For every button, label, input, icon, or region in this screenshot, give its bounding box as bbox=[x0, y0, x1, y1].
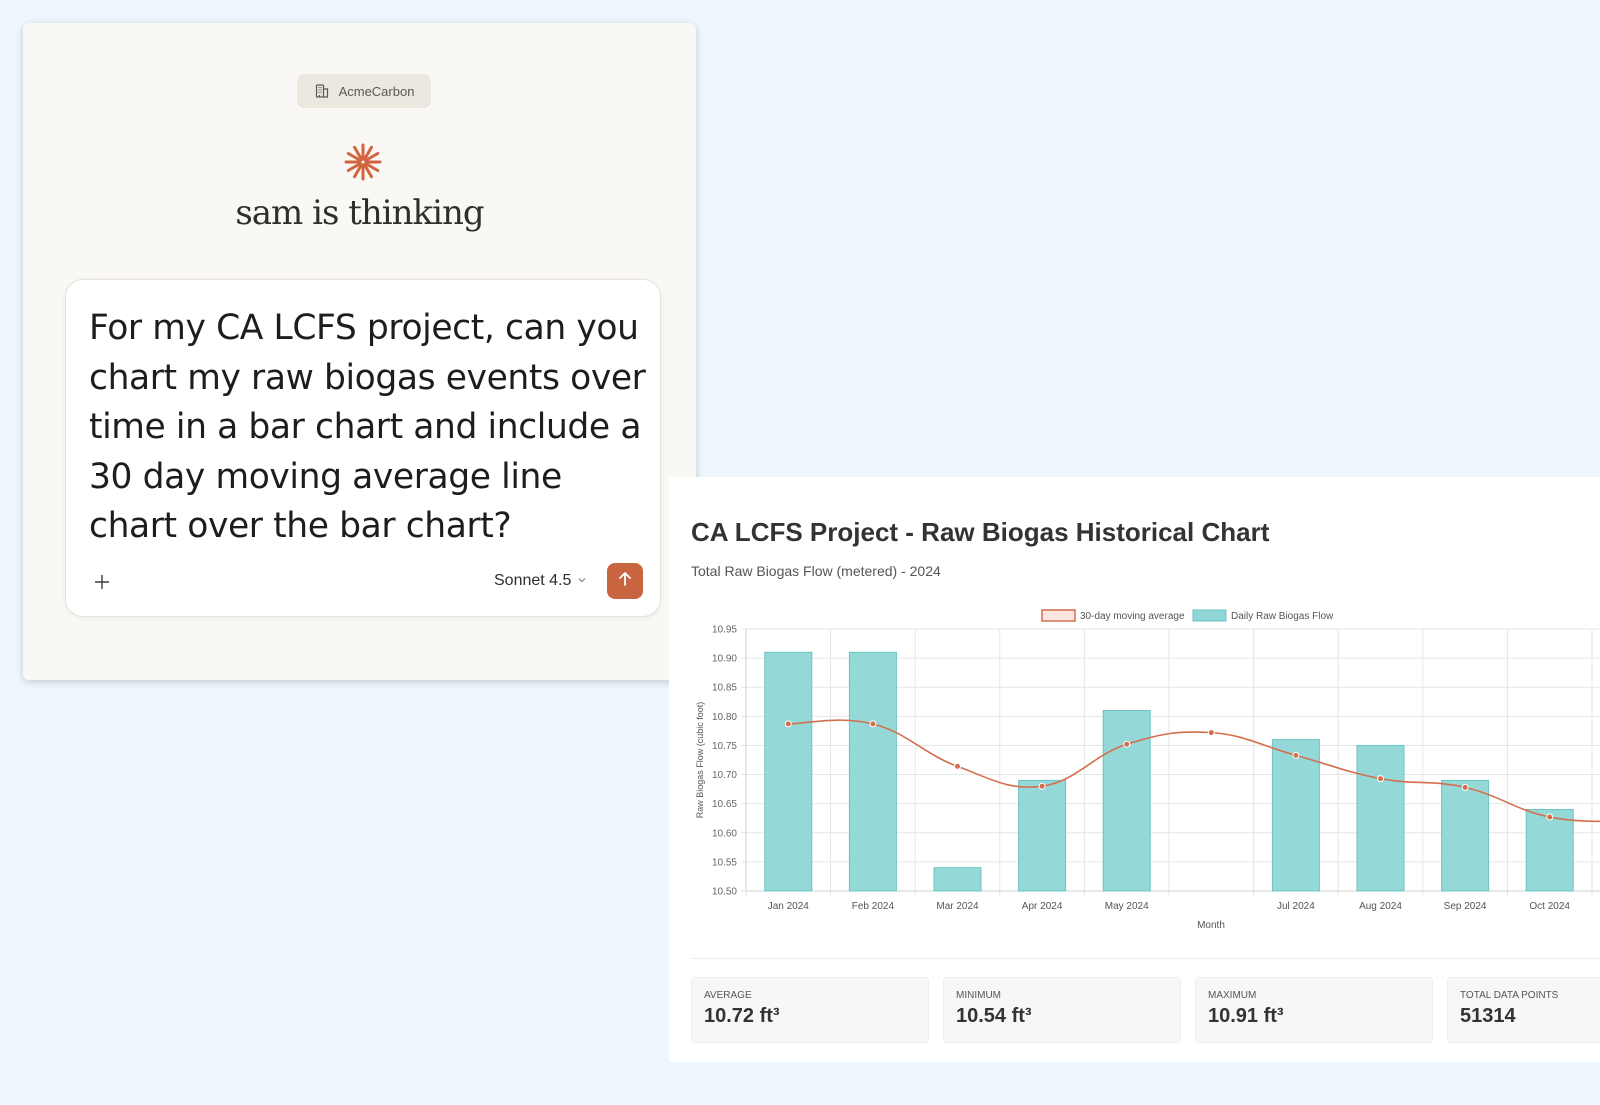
legend-label-daily-flow: Daily Raw Biogas Flow bbox=[1231, 611, 1334, 622]
bar bbox=[1441, 779, 1490, 892]
bar bbox=[1525, 808, 1574, 892]
x-tick-label: Sep 2024 bbox=[1444, 901, 1487, 912]
bar bbox=[764, 651, 813, 892]
moving-average-point bbox=[1207, 729, 1215, 737]
org-label: AcmeCarbon bbox=[338, 83, 415, 99]
moving-average-point bbox=[1038, 782, 1046, 790]
chat-card: AcmeCarbon sam is thinking For my CA LCF… bbox=[23, 23, 696, 680]
y-tick-label: 10.90 bbox=[712, 654, 737, 665]
building-icon bbox=[314, 83, 330, 99]
x-tick-label: Apr 2024 bbox=[1022, 901, 1063, 912]
prompt-input-box[interactable]: For my CA LCFS project, can you chart my… bbox=[65, 279, 661, 617]
stat-card-maximum: MAXIMUM 10.91 ft³ bbox=[1195, 977, 1433, 1043]
y-tick-label: 10.75 bbox=[712, 741, 737, 752]
biogas-chart: 10.95 10.90 10.85 10.80 10.75 10.70 10.65 10.60… bbox=[695, 609, 1600, 931]
asterisk-logo-icon bbox=[344, 143, 382, 181]
x-tick-label: May 2024 bbox=[1105, 901, 1149, 912]
org-selector[interactable]: AcmeCarbon bbox=[297, 74, 431, 108]
y-tick-label: 10.80 bbox=[712, 712, 737, 723]
x-tick-label: Jul 2024 bbox=[1277, 901, 1315, 912]
x-tick-label: Jan 2024 bbox=[768, 901, 810, 912]
stat-card-total-data-points: TOTAL DATA POINTS 51314 bbox=[1447, 977, 1600, 1043]
prompt-text[interactable]: For my CA LCFS project, can you chart my… bbox=[89, 304, 649, 552]
divider bbox=[691, 958, 1600, 959]
moving-average-point bbox=[1377, 775, 1384, 783]
y-axis-title: Raw Biogas Flow (cubic foot) bbox=[695, 702, 705, 819]
x-tick-label: Oct 2024 bbox=[1529, 901, 1570, 912]
arrow-up-icon bbox=[616, 570, 634, 593]
moving-average-point bbox=[954, 762, 961, 770]
moving-average-point bbox=[1123, 740, 1131, 748]
stat-value: 10.54 ft³ bbox=[956, 1005, 1032, 1027]
legend-label-moving-average: 30-day moving average bbox=[1080, 611, 1185, 622]
bar bbox=[1356, 744, 1405, 892]
y-tick-label: 10.70 bbox=[712, 770, 737, 781]
y-tick-label: 10.95 bbox=[712, 625, 737, 636]
bar bbox=[1102, 710, 1151, 892]
stat-label: AVERAGE bbox=[704, 990, 752, 1001]
y-tick-label: 10.85 bbox=[712, 683, 737, 694]
chevron-down-icon bbox=[577, 572, 587, 590]
stat-value: 51314 bbox=[1460, 1005, 1516, 1027]
y-tick-label: 10.65 bbox=[712, 799, 737, 810]
plus-icon[interactable] bbox=[90, 570, 114, 594]
bar bbox=[1271, 739, 1320, 892]
thinking-status: sam is thinking bbox=[235, 193, 484, 233]
x-tick-label: Aug 2024 bbox=[1359, 901, 1402, 912]
stat-value: 10.72 ft³ bbox=[704, 1005, 780, 1027]
moving-average-point bbox=[1546, 813, 1554, 821]
stat-label: TOTAL DATA POINTS bbox=[1460, 990, 1559, 1001]
moving-average-point bbox=[869, 720, 877, 728]
x-axis-title: Month bbox=[1197, 920, 1225, 931]
x-tick-label: Feb 2024 bbox=[852, 901, 895, 912]
model-selector[interactable]: Sonnet 4.5 bbox=[494, 572, 587, 590]
bar bbox=[848, 651, 897, 892]
stat-card-minimum: MINIMUM 10.54 ft³ bbox=[943, 977, 1181, 1043]
bar bbox=[933, 867, 982, 892]
stat-label: MAXIMUM bbox=[1208, 990, 1257, 1001]
model-label: Sonnet 4.5 bbox=[494, 572, 572, 589]
moving-average-point bbox=[784, 720, 792, 728]
stat-card-average: AVERAGE 10.72 ft³ bbox=[691, 977, 929, 1043]
legend-swatch-daily-flow bbox=[1192, 609, 1227, 622]
stat-label: MINIMUM bbox=[956, 990, 1001, 1001]
stat-value: 10.91 ft³ bbox=[1208, 1005, 1284, 1027]
chart-panel: CA LCFS Project - Raw Biogas Historical … bbox=[669, 477, 1600, 1062]
bar bbox=[1018, 779, 1067, 892]
x-tick-label: Mar 2024 bbox=[936, 901, 979, 912]
send-button[interactable] bbox=[607, 563, 643, 599]
y-tick-label: 10.55 bbox=[712, 857, 737, 868]
legend-swatch-moving-average bbox=[1041, 609, 1076, 622]
moving-average-point bbox=[1461, 783, 1469, 791]
y-tick-label: 10.50 bbox=[712, 887, 737, 898]
y-tick-label: 10.60 bbox=[712, 828, 737, 839]
moving-average-point bbox=[1292, 751, 1300, 759]
